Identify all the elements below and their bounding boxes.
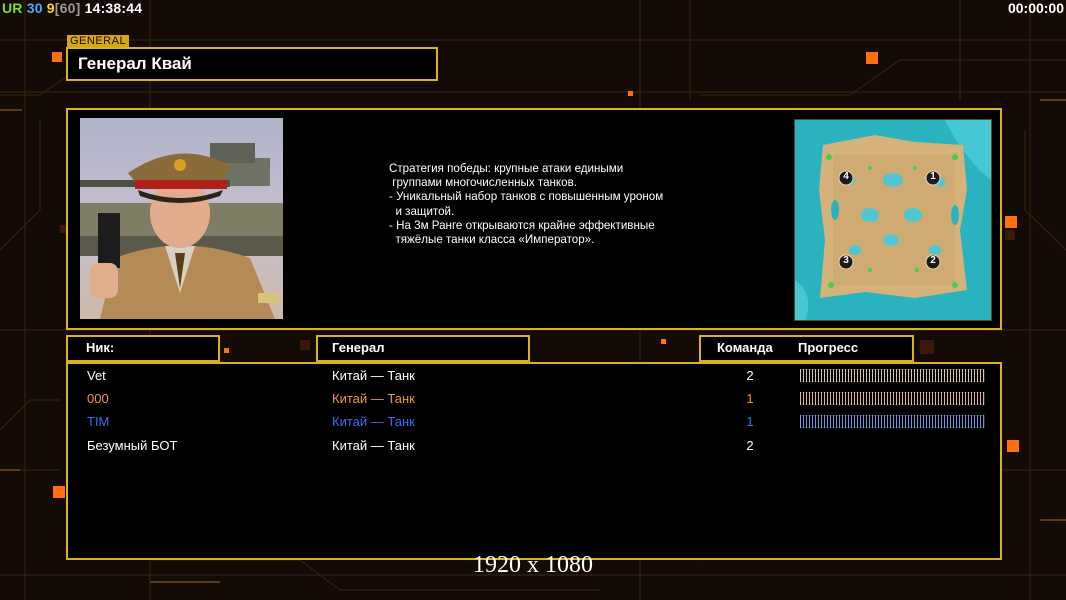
strategy-line: Стратегия победы: крупные атаки едиными <box>389 162 624 175</box>
player-row: 000 Китай — Танк 1 <box>68 389 1000 412</box>
system-clock: 14:38:44 <box>84 0 143 16</box>
players-panel: Vet Китай — Танк 2 000 Китай — Танк 1 TI… <box>66 362 1002 560</box>
player-team: 2 <box>746 438 754 453</box>
column-header-team-progress: Команда Прогресс <box>699 335 914 362</box>
stat-30: 30 <box>26 0 43 16</box>
player-general: Китай — Танк <box>332 391 415 406</box>
spawn-label: 4 <box>843 171 849 182</box>
strategy-line: - Уникальный набор танков с повышенным у… <box>389 190 664 204</box>
player-nick: Vet <box>87 368 106 383</box>
player-team: 2 <box>746 368 754 383</box>
game-timer: 00:00:00 <box>1007 0 1064 16</box>
player-nick: Безумный БОТ <box>87 438 178 453</box>
player-team: 1 <box>746 391 754 406</box>
strategy-line: группами многочисленных танков. <box>389 176 577 190</box>
column-header-nick: Ник: <box>66 335 220 362</box>
player-general: Китай — Танк <box>332 368 415 383</box>
strategy-line: тяжёлые танки класса «Император». <box>389 233 595 247</box>
player-nick: TIM <box>87 414 110 429</box>
hud-stats: UR 30 9[60] 14:38:44 <box>2 0 142 16</box>
stat-60: [60] <box>54 0 81 16</box>
player-nick: 000 <box>87 391 109 406</box>
general-name-box: Генерал Квай <box>66 47 438 81</box>
resolution-label: 1920 x 1080 <box>473 552 593 578</box>
spawn-label: 1 <box>930 171 936 182</box>
strategy-line: - На 3м Ранге открываются крайне эффекти… <box>389 218 655 232</box>
stat-9: 9 <box>46 0 55 16</box>
map-preview: 1 2 3 4 <box>794 119 992 321</box>
general-name: Генерал Квай <box>78 54 192 73</box>
column-team-label: Команда <box>717 340 773 355</box>
player-row: Vet Китай — Танк 2 <box>68 366 1000 389</box>
spawn-label: 2 <box>930 255 936 266</box>
player-row: TIM Китай — Танк 1 <box>68 412 1000 435</box>
player-team: 1 <box>746 414 754 429</box>
player-row: Безумный БОТ Китай — Танк 2 <box>68 436 1000 459</box>
player-progress-bar <box>800 369 985 382</box>
column-progress-label: Прогресс <box>798 340 859 355</box>
general-info-panel: Стратегия победы: крупные атаки едиными … <box>66 108 1002 330</box>
column-nick-label: Ник: <box>86 340 115 355</box>
spawn-label: 3 <box>843 255 849 266</box>
column-general-label: Генерал <box>332 340 385 355</box>
player-general: Китай — Танк <box>332 414 415 429</box>
strategy-text: Стратегия победы: крупные атаки едиными … <box>389 162 719 247</box>
column-header-general: Генерал <box>316 335 530 362</box>
player-progress-bar <box>800 392 985 405</box>
player-progress-bar <box>800 415 985 428</box>
ur-label: UR <box>2 0 23 16</box>
strategy-line: и защитой. <box>389 204 455 218</box>
general-portrait <box>80 118 283 319</box>
player-general: Китай — Танк <box>332 438 415 453</box>
